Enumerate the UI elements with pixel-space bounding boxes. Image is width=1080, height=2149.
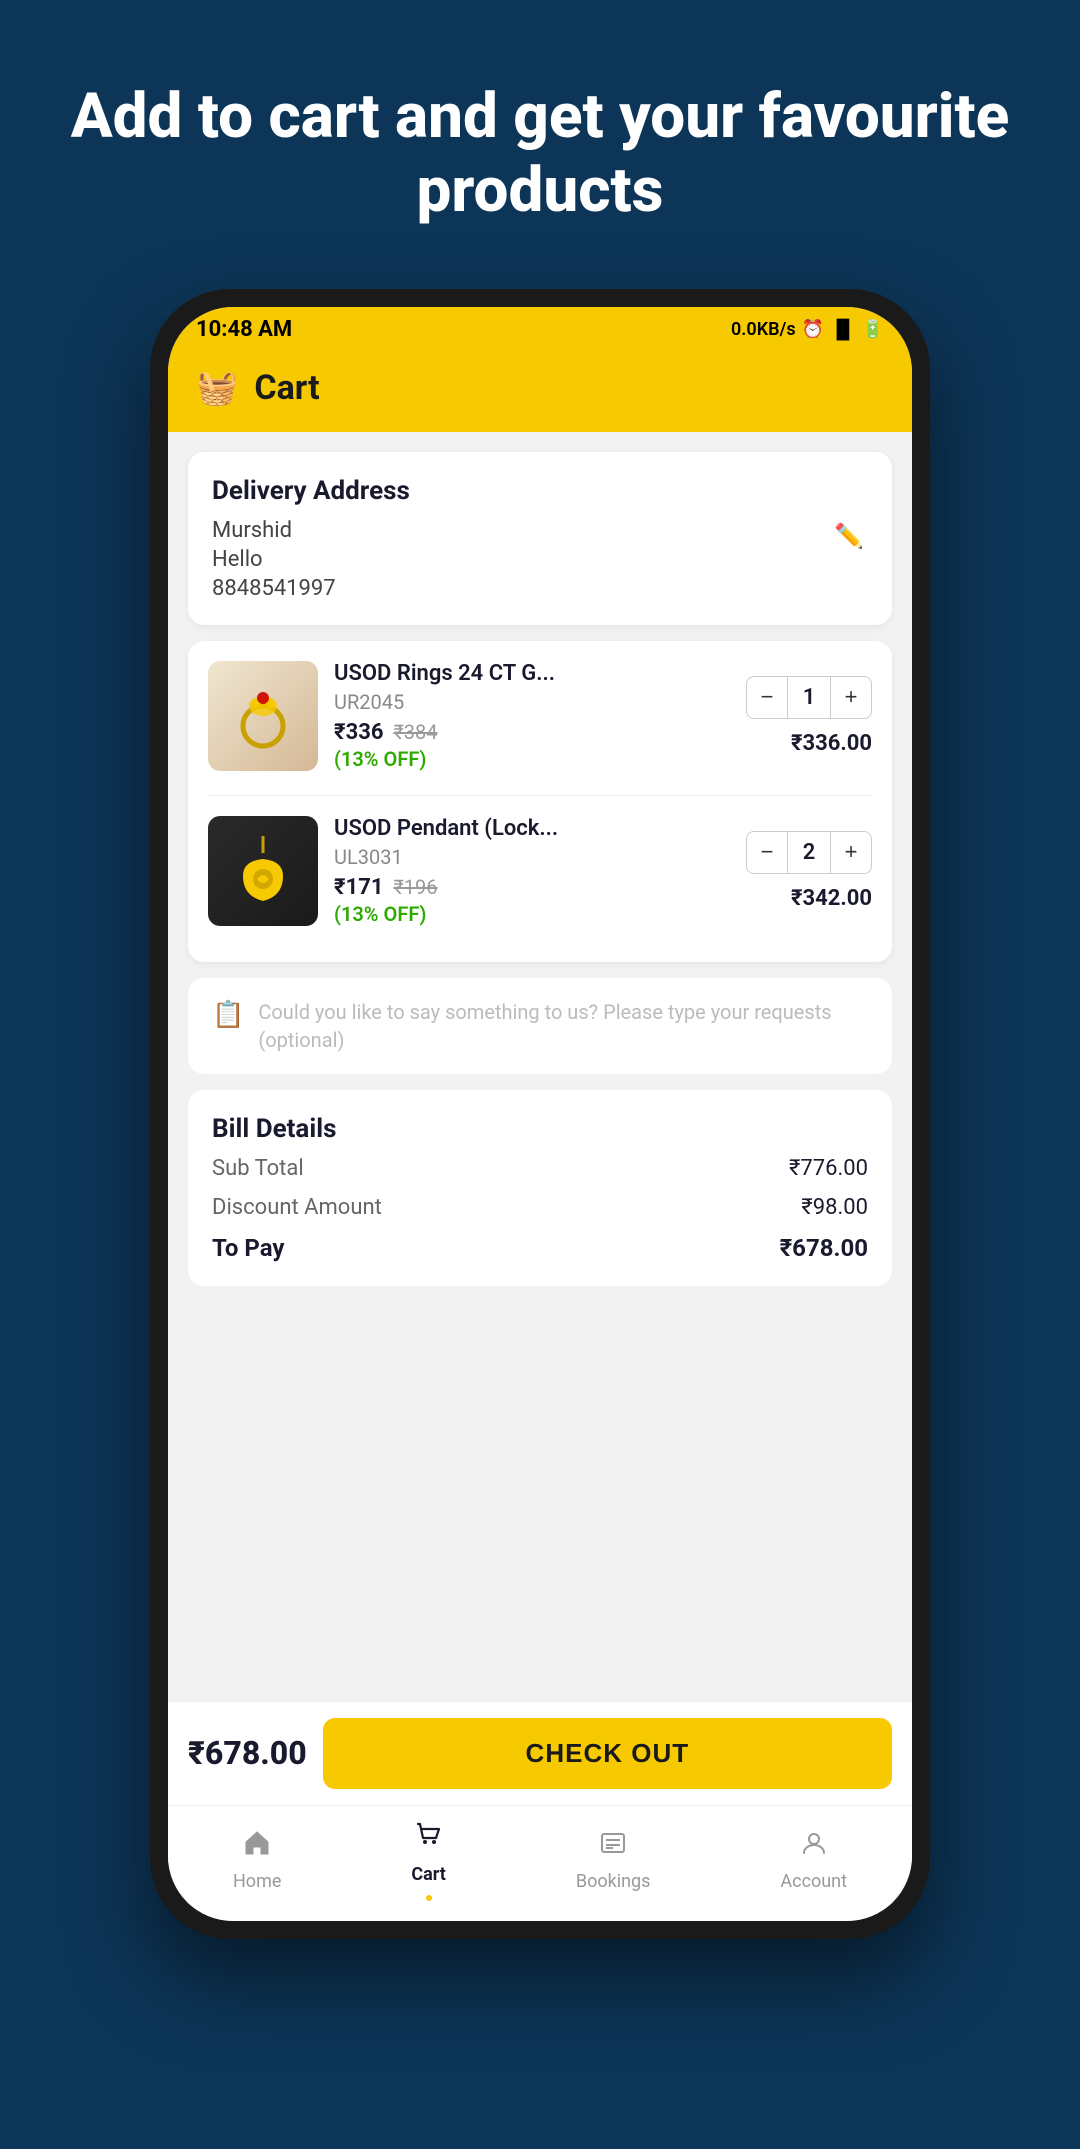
discount-label: Discount Amount	[212, 1195, 382, 1220]
product-right-2: − 2 + ₹342.00	[746, 831, 872, 911]
bottom-bar: ₹678.00 CHECK OUT	[168, 1701, 912, 1805]
notes-placeholder: Could you like to say something to us? P…	[258, 998, 868, 1054]
product-price-row-1: ₹336 ₹384	[334, 720, 730, 745]
bottom-total-price: ₹678.00	[188, 1734, 307, 1772]
qty-increase-2[interactable]: +	[831, 832, 871, 872]
product-name-1: USOD Rings 24 CT G...	[334, 661, 730, 686]
nav-item-bookings[interactable]: Bookings	[556, 1829, 671, 1892]
account-icon	[800, 1829, 828, 1865]
product-image-ring	[208, 661, 318, 771]
nav-label-account: Account	[780, 1871, 847, 1892]
clock-icon: ⏰	[802, 319, 824, 340]
clipboard-icon: 📋	[212, 1000, 244, 1030]
qty-value-2: 2	[787, 832, 831, 873]
qty-increase-1[interactable]: +	[831, 677, 871, 717]
cart-basket-icon: 🧺	[196, 368, 238, 408]
product-name-2: USOD Pendant (Lock...	[334, 816, 730, 841]
qty-decrease-1[interactable]: −	[747, 677, 787, 717]
main-content: Delivery Address Murshid Hello 884854199…	[168, 432, 912, 1701]
delivery-address-card: Delivery Address Murshid Hello 884854199…	[188, 452, 892, 625]
phone-frame: 10:48 AM 0.0KB/s ⏰ ▐▌ 🔋 🧺 Cart Delivery …	[150, 289, 930, 1939]
bill-subtotal-row: Sub Total ₹776.00	[212, 1156, 868, 1181]
network-speed: 0.0KB/s	[731, 319, 796, 340]
nav-item-account[interactable]: Account	[760, 1829, 867, 1892]
address-details: Murshid Hello 8848541997	[212, 518, 830, 601]
home-icon	[243, 1829, 271, 1865]
quantity-control-2: − 2 +	[746, 831, 872, 874]
product-info-2: USOD Pendant (Lock... UL3031 ₹171 ₹196 (…	[334, 816, 730, 926]
delivery-address-title: Delivery Address	[212, 476, 868, 506]
bill-total-row: To Pay ₹678.00	[212, 1234, 868, 1262]
product-sku-2: UL3031	[334, 845, 730, 869]
product-info-1: USOD Rings 24 CT G... UR2045 ₹336 ₹384 (…	[334, 661, 730, 771]
item-total-2: ₹342.00	[791, 886, 872, 911]
price-original-2: ₹196	[393, 875, 437, 899]
product-sku-1: UR2045	[334, 690, 730, 714]
product-item-2: USOD Pendant (Lock... UL3031 ₹171 ₹196 (…	[188, 796, 892, 946]
delivery-address-inner: Murshid Hello 8848541997 ✏️	[212, 518, 868, 601]
bill-details-card: Bill Details Sub Total ₹776.00 Discount …	[188, 1090, 892, 1286]
subtotal-label: Sub Total	[212, 1156, 304, 1181]
status-time: 10:48 AM	[196, 317, 292, 342]
topay-value: ₹678.00	[780, 1234, 868, 1262]
item-total-1: ₹336.00	[791, 731, 872, 756]
qty-value-1: 1	[787, 677, 831, 718]
address-line: Hello	[212, 547, 830, 572]
topay-label: To Pay	[212, 1234, 284, 1262]
product-right-1: − 1 + ₹336.00	[746, 676, 872, 756]
address-name: Murshid	[212, 518, 830, 543]
edit-address-button[interactable]: ✏️	[830, 518, 868, 555]
quantity-control-1: − 1 +	[746, 676, 872, 719]
price-current-2: ₹171	[334, 875, 383, 900]
product-price-row-2: ₹171 ₹196	[334, 875, 730, 900]
app-header: 🧺 Cart	[168, 350, 912, 432]
nav-item-home[interactable]: Home	[213, 1829, 301, 1892]
status-bar: 10:48 AM 0.0KB/s ⏰ ▐▌ 🔋	[168, 307, 912, 350]
subtotal-value: ₹776.00	[789, 1156, 868, 1181]
notes-card[interactable]: 📋 Could you like to say something to us?…	[188, 978, 892, 1074]
nav-label-home: Home	[233, 1871, 281, 1892]
products-list: USOD Rings 24 CT G... UR2045 ₹336 ₹384 (…	[188, 641, 892, 962]
qty-decrease-2[interactable]: −	[747, 832, 787, 872]
bottom-nav: Home Cart	[168, 1805, 912, 1921]
price-discount-1: (13% OFF)	[334, 747, 730, 771]
product-image-pendant	[208, 816, 318, 926]
product-item: USOD Rings 24 CT G... UR2045 ₹336 ₹384 (…	[188, 641, 892, 791]
status-icons: 0.0KB/s ⏰ ▐▌ 🔋	[731, 319, 884, 340]
cart-icon	[414, 1820, 444, 1858]
header-title: Cart	[254, 368, 319, 408]
sim-icon: ▐▌	[830, 319, 856, 340]
address-phone: 8848541997	[212, 576, 830, 601]
hero-text: Add to cart and get your favourite produ…	[0, 80, 1080, 229]
bookings-icon	[599, 1829, 627, 1865]
discount-value: ₹98.00	[801, 1195, 868, 1220]
price-current-1: ₹336	[334, 720, 383, 745]
price-original-1: ₹384	[393, 720, 437, 744]
phone-inner: 10:48 AM 0.0KB/s ⏰ ▐▌ 🔋 🧺 Cart Delivery …	[168, 307, 912, 1921]
checkout-button[interactable]: CHECK OUT	[323, 1718, 892, 1789]
bill-discount-row: Discount Amount ₹98.00	[212, 1195, 868, 1220]
nav-label-cart: Cart	[411, 1864, 446, 1885]
price-discount-2: (13% OFF)	[334, 902, 730, 926]
battery-icon: 🔋	[862, 319, 884, 340]
nav-active-indicator	[426, 1895, 432, 1901]
nav-label-bookings: Bookings	[576, 1871, 651, 1892]
bill-title: Bill Details	[212, 1114, 868, 1144]
nav-item-cart[interactable]: Cart	[391, 1820, 466, 1901]
